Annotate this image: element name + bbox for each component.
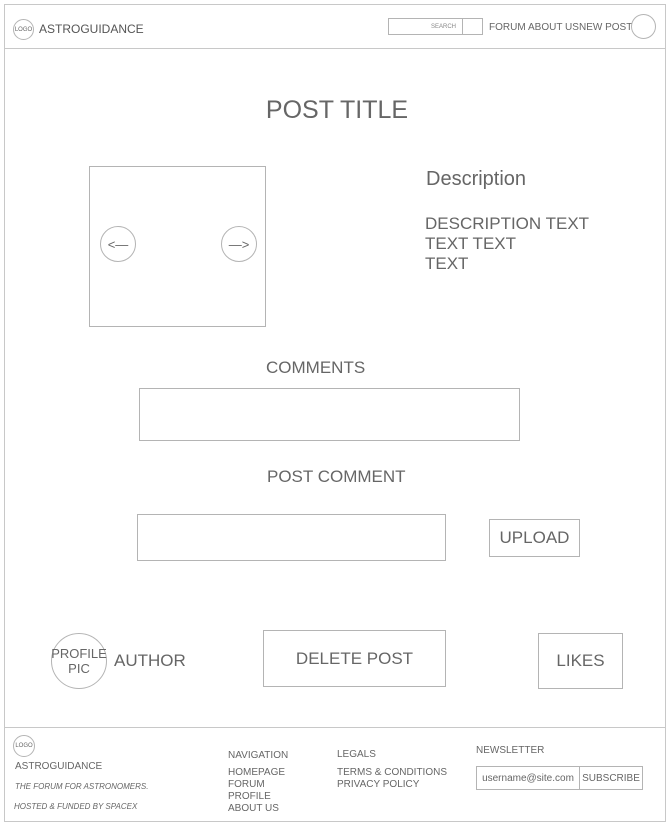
author-profile-pic[interactable]: PROFILE PIC [51, 633, 107, 689]
description-line: TEXT [425, 254, 469, 273]
newsletter-email-value: username@site.com [482, 772, 574, 784]
footer-tagline: THE FORUM FOR ASTRONOMERS. [15, 782, 149, 791]
likes-label: LIKES [556, 651, 605, 670]
comments-list[interactable] [139, 388, 520, 441]
post-comment-heading: POST COMMENT [267, 467, 406, 486]
likes-button[interactable]: LIKES [538, 633, 623, 689]
search-placeholder: SEARCH [430, 23, 456, 30]
carousel-next-button[interactable]: —> [221, 226, 257, 262]
footer-newsletter-heading: NEWSLETTER [476, 745, 545, 756]
footer-link-homepage[interactable]: HOMEPAGE [228, 767, 285, 779]
author-name[interactable]: AUTHOR [114, 651, 186, 671]
footer-navigation-links: HOMEPAGE FORUM PROFILE ABOUT US [228, 767, 285, 815]
carousel-prev-button[interactable]: <— [100, 226, 136, 262]
search-button[interactable] [462, 18, 483, 35]
profile-pic-line: PROFILE [51, 646, 107, 661]
search-input[interactable]: SEARCH [388, 18, 463, 35]
footer-divider [4, 727, 666, 728]
comment-input[interactable] [137, 514, 446, 561]
carousel-next-arrow: —> [228, 236, 250, 252]
subscribe-button[interactable]: SUBSCRIBE [579, 766, 643, 790]
upload-button[interactable]: UPLOAD [489, 519, 580, 557]
footer-link-terms[interactable]: TERMS & CONDITIONS [337, 767, 447, 779]
header-brand[interactable]: ASTROGUIDANCE [39, 22, 144, 36]
nav-about-us[interactable]: ABOUT US [528, 22, 579, 33]
header-divider [4, 48, 666, 49]
header-logo-text: LOGO [14, 26, 33, 33]
description-heading: Description [426, 168, 527, 190]
footer-legals-links: TERMS & CONDITIONS PRIVACY POLICY [337, 767, 447, 791]
delete-post-label: DELETE POST [295, 648, 414, 668]
nav-new-post[interactable]: NEW POST [579, 22, 632, 33]
footer-logo[interactable]: LOGO [13, 735, 35, 757]
footer-hosted: HOSTED & FUNDED BY SPACEX [14, 802, 138, 811]
delete-post-button[interactable]: DELETE POST [263, 630, 446, 687]
footer-link-privacy[interactable]: PRIVACY POLICY [337, 779, 447, 791]
footer-legals-heading: LEGALS [337, 749, 376, 760]
nav-forum[interactable]: FORUM [489, 22, 526, 33]
header-logo[interactable]: LOGO [13, 19, 34, 40]
footer-logo-text: LOGO [15, 743, 33, 749]
footer-link-profile[interactable]: PROFILE [228, 791, 285, 803]
footer-link-forum[interactable]: FORUM [228, 779, 285, 791]
subscribe-label: SUBSCRIBE [582, 772, 640, 784]
footer-brand: ASTROGUIDANCE [15, 761, 103, 772]
footer-navigation-heading: NAVIGATION [228, 750, 289, 761]
description-text: DESCRIPTION TEXT TEXT TEXT TEXT [425, 214, 589, 274]
post-title: POST TITLE [265, 96, 409, 124]
profile-pic-line: PIC [68, 661, 90, 676]
comments-heading: COMMENTS [266, 358, 366, 377]
carousel-prev-arrow: <— [107, 236, 129, 252]
description-line: DESCRIPTION TEXT [425, 214, 590, 233]
newsletter-email-input[interactable]: username@site.com [476, 766, 580, 790]
upload-label: UPLOAD [499, 528, 570, 547]
user-avatar[interactable] [631, 14, 656, 39]
footer-link-about-us[interactable]: ABOUT US [228, 803, 285, 815]
description-line: TEXT TEXT [425, 234, 517, 253]
